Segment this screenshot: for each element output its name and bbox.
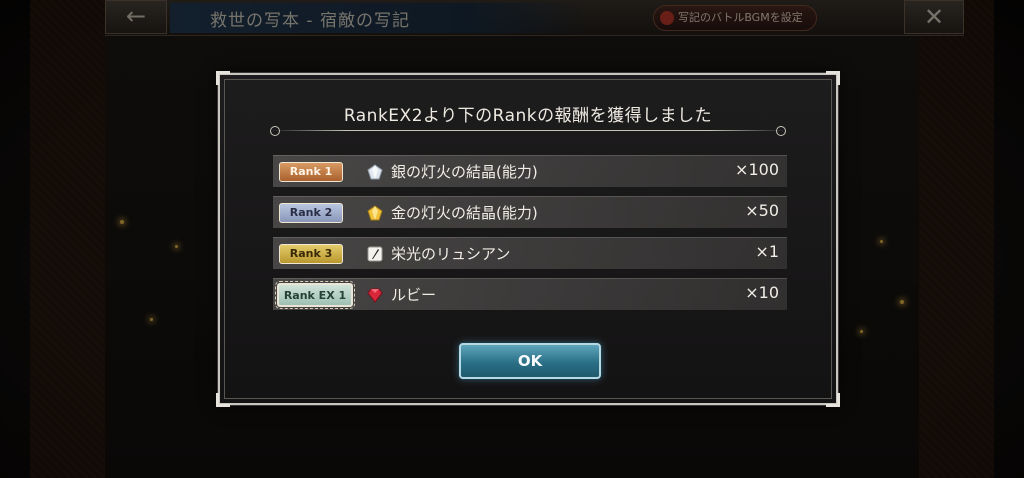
ok-button[interactable]: OK	[459, 343, 601, 379]
rank-badge: Rank 2	[279, 203, 343, 223]
dialog-corner	[826, 71, 840, 85]
reward-row-rank-3: Rank 3 栄光のリュシアン ×1	[273, 237, 787, 269]
reward-item-name: 金の灯火の結晶(能力)	[391, 204, 538, 222]
ruby-icon	[367, 288, 383, 303]
rank-badge: Rank 3	[279, 244, 343, 264]
reward-dialog: RankEX2より下のRankの報酬を獲得しました Rank 1 銀の灯火の結晶…	[216, 71, 840, 407]
feather-quill-icon	[367, 246, 383, 262]
title-divider	[270, 126, 786, 136]
silver-crystal-icon	[367, 164, 383, 180]
reward-item-name: 栄光のリュシアン	[391, 245, 511, 263]
reward-row-rank-2: Rank 2 金の灯火の結晶(能力) ×50	[273, 196, 787, 228]
gold-crystal-icon	[367, 205, 383, 221]
reward-quantity: ×10	[745, 283, 779, 302]
reward-item-name: ルビー	[391, 286, 437, 304]
reward-quantity: ×50	[745, 201, 779, 220]
reward-quantity: ×1	[755, 242, 779, 261]
dialog-corner	[826, 393, 840, 407]
reward-row-rank-ex-1: Rank EX 1 ルビー ×10	[273, 278, 787, 310]
rank-badge: Rank EX 1	[275, 281, 355, 309]
dialog-title: RankEX2より下のRankの報酬を獲得しました	[343, 106, 713, 126]
reward-quantity: ×100	[735, 160, 779, 179]
reward-item-name: 銀の灯火の結晶(能力)	[391, 163, 538, 181]
rank-badge: Rank 1	[279, 162, 343, 182]
dialog-corner	[216, 71, 230, 85]
reward-row-rank-1: Rank 1 銀の灯火の結晶(能力) ×100	[273, 155, 787, 187]
dialog-corner	[216, 393, 230, 407]
reward-list: Rank 1 銀の灯火の結晶(能力) ×100 Rank 2 金の灯火の結晶(能…	[273, 155, 787, 319]
